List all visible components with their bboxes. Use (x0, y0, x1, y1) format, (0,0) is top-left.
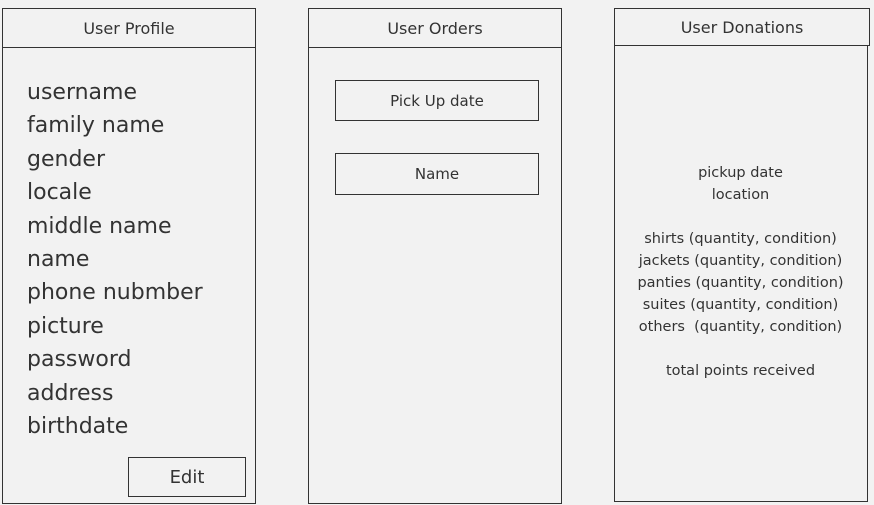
user-profile-header: User Profile (2, 8, 256, 48)
name-button[interactable]: Name (335, 153, 539, 195)
profile-field: locale (27, 180, 92, 206)
edit-button[interactable]: Edit (128, 457, 246, 497)
location-text: location (711, 187, 770, 203)
donation-item: others (quantity, condition) (638, 319, 843, 335)
profile-field: gender (27, 146, 105, 172)
profile-field: phone nubmber (27, 280, 203, 306)
profile-field: birthdate (27, 414, 129, 440)
wireframe-canvas: User Profile username family name gender… (0, 0, 874, 505)
donation-item: shirts (quantity, condition) (644, 231, 837, 247)
donation-item: jackets (quantity, condition) (638, 253, 843, 269)
donation-item: suites (quantity, condition) (642, 297, 839, 313)
pickup-date-button[interactable]: Pick Up date (335, 80, 539, 121)
donation-item: panties (quantity, condition) (637, 275, 844, 291)
total-points-text: total points received (665, 363, 816, 379)
user-profile-title: User Profile (83, 18, 175, 38)
profile-field: middle name (27, 213, 172, 239)
pickup-date-text: pickup date (698, 165, 783, 181)
profile-field: picture (27, 313, 104, 339)
profile-field-list: username family name gender locale middl… (27, 76, 203, 443)
profile-field: address (27, 380, 114, 406)
profile-field: username (27, 80, 137, 105)
user-donations-header: User Donations (614, 8, 870, 46)
user-orders-title: User Orders (387, 18, 483, 38)
profile-field: name (27, 247, 90, 273)
donation-details: pickup date location shirts (quantity, c… (614, 162, 867, 382)
user-orders-header: User Orders (308, 8, 562, 48)
profile-field: password (27, 347, 132, 373)
profile-field: family name (27, 113, 165, 139)
user-donations-title: User Donations (680, 17, 804, 37)
